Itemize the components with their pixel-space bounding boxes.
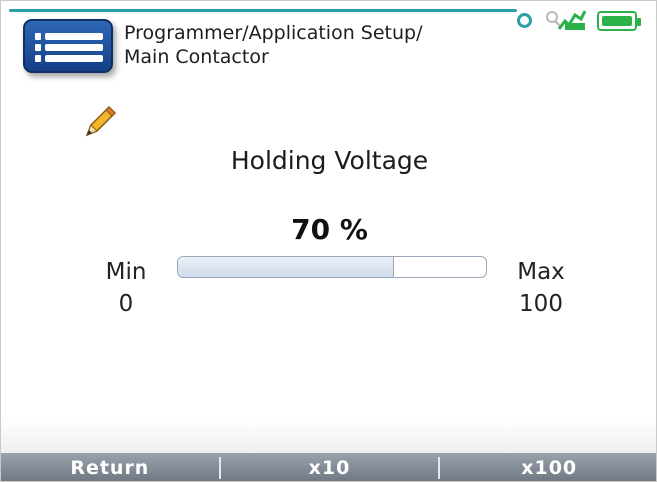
menu-button[interactable]: [23, 19, 113, 73]
parameter-name: Holding Voltage: [230, 146, 429, 175]
menu-icon: [35, 33, 41, 40]
return-button[interactable]: Return: [1, 457, 219, 479]
value-progress-fill: [178, 257, 394, 277]
page-title: Main Contactor: [124, 46, 269, 68]
x100-button[interactable]: x100: [440, 457, 656, 479]
header-accent-line: [9, 9, 517, 12]
min-label: Min: [105, 259, 147, 285]
min-value: 0: [118, 291, 134, 317]
breadcrumb-title: Programmer/Application Setup/ Main Conta…: [124, 21, 422, 69]
max-value: 100: [519, 291, 563, 317]
value-progress-bar: [177, 256, 487, 278]
max-label: Max: [517, 259, 565, 285]
softkey-bar: Return x10 x100: [1, 419, 656, 481]
pencil-icon[interactable]: [83, 105, 117, 139]
status-icons: [517, 5, 655, 33]
signal-icon: [546, 10, 587, 30]
link-status-icon: [517, 13, 532, 28]
battery-icon: [597, 11, 641, 31]
x10-button[interactable]: x10: [221, 457, 439, 479]
device-screen: Programmer/Application Setup/ Main Conta…: [0, 0, 657, 482]
header: Programmer/Application Setup/ Main Conta…: [1, 1, 656, 91]
breadcrumb-path: Programmer/Application Setup/: [124, 22, 423, 44]
parameter-value: 70 %: [291, 213, 368, 246]
